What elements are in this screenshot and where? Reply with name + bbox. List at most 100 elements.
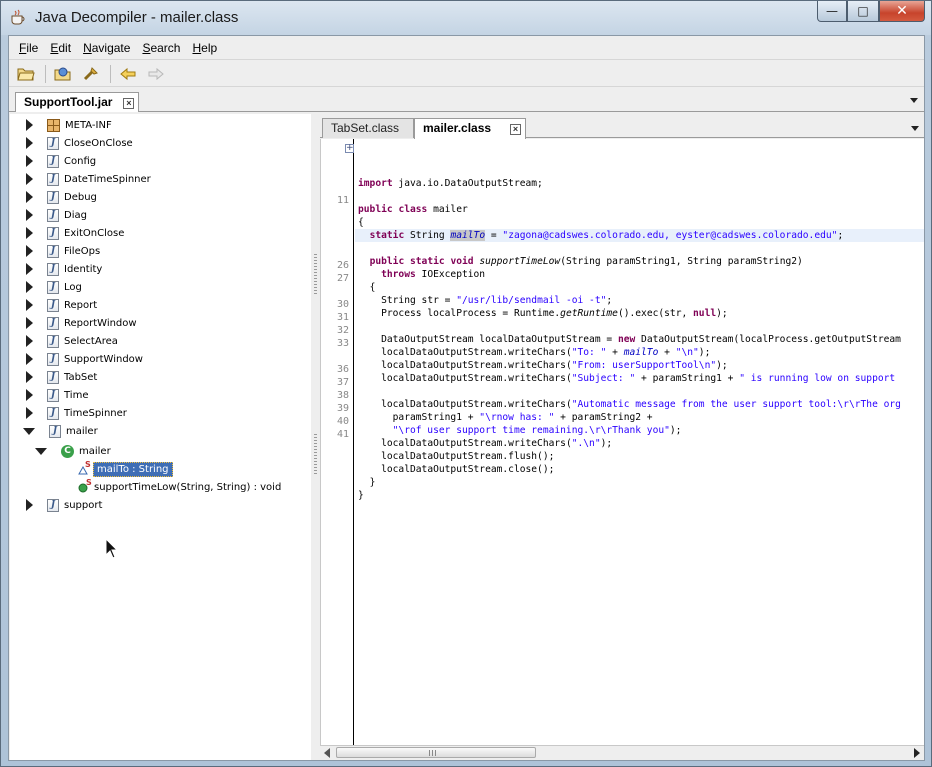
forward-button[interactable] — [145, 64, 167, 84]
tree-item-supporttimelow-method[interactable]: S supportTimeLow(String, String) : void — [78, 478, 281, 496]
search-button[interactable] — [80, 64, 102, 84]
tree-item-label: ReportWindow — [64, 317, 137, 329]
line-number: 41 — [336, 429, 349, 440]
expand-arrow-icon[interactable] — [26, 499, 33, 511]
tree-item-label: Diag — [64, 209, 87, 221]
tree-item-mailto-field[interactable]: S mailTo : String — [78, 460, 173, 478]
menu-help[interactable]: Help — [186, 41, 223, 55]
coffee-cup-icon — [11, 9, 25, 25]
collapse-arrow-icon[interactable] — [23, 427, 35, 435]
code-line-37: paramString1 + "\rnow has: " + paramStri… — [392, 412, 659, 423]
toolbar-separator — [45, 64, 46, 83]
code-editor[interactable]: + 11 26 27 30 31 32 33 36 37 38 39 40 41… — [320, 139, 924, 745]
maximize-button[interactable]: □ — [847, 1, 879, 22]
tree-item-tabset[interactable]: J TabSet — [26, 368, 97, 386]
menu-file[interactable]: File — [13, 41, 44, 55]
expand-arrow-icon[interactable] — [26, 317, 33, 329]
collapse-arrow-icon[interactable] — [35, 447, 47, 455]
fold-expand-icon[interactable]: + — [345, 144, 354, 153]
expand-arrow-icon[interactable] — [26, 371, 33, 383]
tab-tabset-class[interactable]: TabSet.class — [322, 118, 414, 138]
open-type-button[interactable] — [52, 64, 74, 84]
window-controls: — □ ✕ — [817, 1, 925, 23]
thumb-grip — [429, 750, 437, 756]
expand-arrow-icon[interactable] — [26, 155, 33, 167]
tab-close-icon[interactable]: × — [510, 124, 521, 135]
tree-item-report[interactable]: J Report — [26, 296, 97, 314]
tree-item-identity[interactable]: J Identity — [26, 260, 102, 278]
tree-item-label: mailer — [66, 425, 98, 437]
close-button[interactable]: ✕ — [879, 1, 925, 22]
tree-item-label: CloseOnClose — [64, 137, 133, 149]
tree-item-time[interactable]: J Time — [26, 386, 88, 404]
tree-item-exitonclose[interactable]: J ExitOnClose — [26, 224, 124, 242]
java-file-icon: J — [47, 388, 59, 402]
minimize-button[interactable]: — — [817, 1, 847, 22]
tree-item-timespinner[interactable]: J TimeSpinner — [26, 404, 127, 422]
menu-edit[interactable]: Edit — [44, 41, 77, 55]
tree-item-label: support — [64, 499, 103, 511]
title-bar[interactable]: Java Decompiler - mailer.class — □ ✕ — [1, 1, 931, 35]
code-line-class-decl: public class mailer — [358, 204, 468, 215]
horizontal-scrollbar[interactable] — [320, 745, 924, 759]
tree-item-selectarea[interactable]: J SelectArea — [26, 332, 118, 350]
tree-item-debug[interactable]: J Debug — [26, 188, 97, 206]
tree-item-datetimespinner[interactable]: J DateTimeSpinner — [26, 170, 151, 188]
scroll-left-icon[interactable] — [324, 748, 330, 758]
tree-item-label: FileOps — [64, 245, 101, 257]
java-file-icon: J — [47, 316, 59, 330]
tab-supporttool-jar[interactable]: SupportTool.jar × — [15, 92, 140, 112]
expand-arrow-icon[interactable] — [26, 389, 33, 401]
tree-item-label: supportTimeLow(String, String) : void — [94, 481, 282, 493]
expand-arrow-icon[interactable] — [26, 299, 33, 311]
code-line-27: Process localProcess = Runtime.getRuntim… — [381, 308, 728, 319]
expand-arrow-icon[interactable] — [26, 173, 33, 185]
expand-arrow-icon[interactable] — [26, 407, 33, 419]
tree-item-config[interactable]: J Config — [26, 152, 96, 170]
tree-item-meta-inf[interactable]: META-INF — [26, 116, 112, 134]
window-title: Java Decompiler - mailer.class — [35, 9, 239, 26]
tree-item-log[interactable]: J Log — [26, 278, 82, 296]
tree-item-reportwindow[interactable]: J ReportWindow — [26, 314, 137, 332]
scrollbar-thumb[interactable] — [336, 747, 536, 758]
expand-arrow-icon[interactable] — [26, 191, 33, 203]
tree-item-supportwindow[interactable]: J SupportWindow — [26, 350, 143, 368]
expand-arrow-icon[interactable] — [26, 281, 33, 293]
tree-item-mailer-class[interactable]: C mailer — [35, 442, 111, 460]
back-button[interactable] — [117, 64, 139, 84]
panel-splitter[interactable] — [312, 114, 319, 760]
open-type-icon — [54, 67, 71, 80]
forward-icon — [148, 67, 164, 80]
menu-navigate[interactable]: Navigate — [77, 41, 136, 55]
expand-arrow-icon[interactable] — [26, 353, 33, 365]
expand-arrow-icon[interactable] — [26, 227, 33, 239]
expand-arrow-icon[interactable] — [26, 119, 33, 131]
tab-list-dropdown-icon[interactable] — [911, 126, 919, 131]
scroll-right-icon[interactable] — [914, 748, 920, 758]
tree-item-diag[interactable]: J Diag — [26, 206, 87, 224]
line-number: 27 — [336, 273, 349, 284]
tree-item-closeonclose[interactable]: J CloseOnClose — [26, 134, 133, 152]
java-file-icon: J — [47, 334, 59, 348]
expand-arrow-icon[interactable] — [26, 137, 33, 149]
expand-arrow-icon[interactable] — [26, 335, 33, 347]
java-file-icon: J — [47, 136, 59, 150]
code-line-38: "\rof user support time remaining.\r\rTh… — [392, 425, 682, 436]
expand-arrow-icon[interactable] — [26, 263, 33, 275]
java-file-icon: J — [47, 190, 59, 204]
menu-search[interactable]: Search — [136, 41, 186, 55]
java-file-icon: J — [47, 172, 59, 186]
tree-item-fileops[interactable]: J FileOps — [26, 242, 100, 260]
tab-close-icon[interactable]: × — [123, 98, 135, 109]
tree-item-mailer[interactable]: Jmailer — [23, 422, 98, 440]
code-line-import: import java.io.DataOutputStream; — [358, 178, 543, 189]
code-line-40: localDataOutputStream.flush(); — [381, 451, 555, 462]
tab-mailer-class[interactable]: mailer.class × — [414, 118, 526, 139]
tab-list-dropdown-icon[interactable] — [910, 98, 918, 103]
tree-item-support[interactable]: J support — [26, 496, 102, 514]
static-method-icon: S — [78, 478, 92, 494]
expand-arrow-icon[interactable] — [26, 245, 33, 257]
tab-label: TabSet.class — [331, 121, 400, 135]
open-file-button[interactable] — [15, 64, 37, 84]
expand-arrow-icon[interactable] — [26, 209, 33, 221]
